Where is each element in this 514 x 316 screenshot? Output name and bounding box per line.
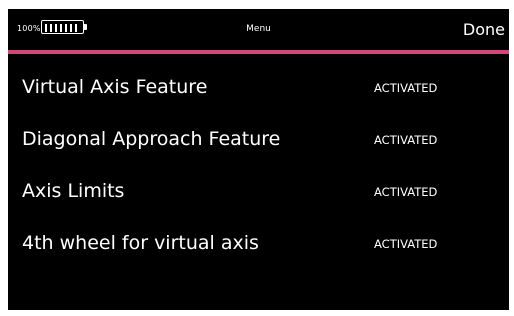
- feature-label: Virtual Axis Feature: [22, 76, 208, 98]
- feature-row-axis-limits[interactable]: Axis Limits ACTIVATED: [8, 173, 509, 213]
- feature-row-virtual-axis[interactable]: Virtual Axis Feature ACTIVATED: [8, 69, 509, 109]
- feature-status: ACTIVATED: [374, 237, 438, 251]
- done-button[interactable]: Done: [463, 20, 505, 39]
- feature-status: ACTIVATED: [374, 133, 438, 147]
- menu-screen: 100% Menu Done Virtual Axis Feature ACTI…: [8, 9, 509, 310]
- feature-row-fourth-wheel[interactable]: 4th wheel for virtual axis ACTIVATED: [8, 225, 509, 265]
- feature-status: ACTIVATED: [374, 185, 438, 199]
- feature-row-diagonal-approach[interactable]: Diagonal Approach Feature ACTIVATED: [8, 121, 509, 161]
- header-divider: [8, 50, 509, 54]
- feature-label: Axis Limits: [22, 180, 125, 202]
- feature-status: ACTIVATED: [374, 81, 438, 95]
- page-title: Menu: [246, 24, 271, 34]
- top-bar: 100% Menu Done: [8, 9, 509, 50]
- feature-label: 4th wheel for virtual axis: [22, 232, 259, 254]
- feature-label: Diagonal Approach Feature: [22, 128, 281, 150]
